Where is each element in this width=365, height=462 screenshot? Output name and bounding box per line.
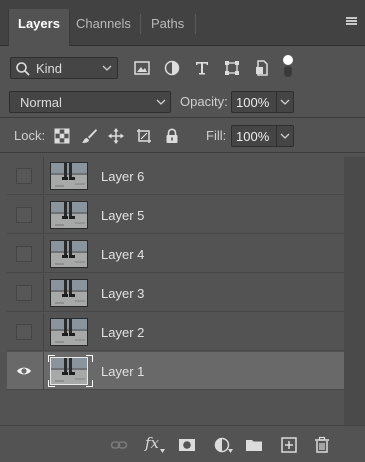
layer-name[interactable]: Layer 6 <box>101 169 144 184</box>
layer-thumbnail[interactable] <box>50 357 88 385</box>
layer-thumbnail-image <box>51 319 87 345</box>
lock-image-pixels-icon[interactable] <box>81 128 97 144</box>
layer-thumbnail-image <box>51 358 87 384</box>
prevent-auto-nesting-icon[interactable] <box>136 128 152 144</box>
submenu-indicator-icon <box>228 449 233 453</box>
layer-thumbnail[interactable] <box>50 240 88 268</box>
chevron-down-icon <box>102 65 112 71</box>
fill-label: Fill: <box>206 128 227 143</box>
layer-thumbnail[interactable] <box>50 318 88 346</box>
layer-row[interactable]: Layer 3 <box>7 274 344 312</box>
layers-scrollbar[interactable] <box>344 157 365 425</box>
layers-footer-toolbar: fx <box>0 425 365 462</box>
layer-thumbnail-image <box>51 163 87 189</box>
blend-row: Normal Opacity: 100% <box>0 86 365 118</box>
opacity-dropdown[interactable] <box>276 91 294 113</box>
selection-bracket <box>86 380 93 387</box>
visibility-column-divider <box>43 235 44 273</box>
selection-bracket <box>86 355 93 362</box>
lock-row: Lock: Fill: 100% <box>0 119 365 153</box>
opacity-label: Opacity: <box>180 94 228 109</box>
layer-row[interactable]: Layer 5 <box>7 196 344 234</box>
tab-divider <box>140 14 141 34</box>
selection-bracket <box>48 380 55 387</box>
layer-filter-row: Kind <box>0 46 365 86</box>
visibility-toggle[interactable] <box>16 168 32 184</box>
lock-all-icon[interactable] <box>164 128 180 144</box>
visibility-eye-icon[interactable] <box>16 363 32 379</box>
layer-name[interactable]: Layer 3 <box>101 286 144 301</box>
layer-name[interactable]: Layer 5 <box>101 208 144 223</box>
layer-row[interactable]: Layer 1 <box>7 352 344 390</box>
fill-input[interactable]: 100% <box>231 125 276 147</box>
adjustment-filter-icon[interactable] <box>163 59 181 77</box>
new-layer-icon[interactable] <box>280 436 298 454</box>
opacity-value: 100% <box>236 95 270 110</box>
layer-style-fx-icon[interactable]: fx <box>145 434 159 452</box>
tab-channels[interactable]: Channels <box>67 9 140 46</box>
layer-thumbnail-image <box>51 280 87 306</box>
layer-row[interactable]: Layer 6 <box>7 157 344 195</box>
tab-divider <box>195 14 196 34</box>
layer-thumbnail-image <box>51 241 87 267</box>
tab-layers[interactable]: Layers <box>8 9 70 46</box>
new-group-icon[interactable] <box>245 436 263 454</box>
panel-menu-icon[interactable] <box>346 17 357 26</box>
opacity-input[interactable]: 100% <box>231 91 276 113</box>
blend-mode-value: Normal <box>20 95 62 110</box>
filter-type-select[interactable]: Kind <box>10 57 118 79</box>
layer-thumbnail-image <box>51 202 87 228</box>
visibility-column-divider <box>43 352 44 390</box>
visibility-column-divider <box>43 196 44 234</box>
layer-name[interactable]: Layer 4 <box>101 247 144 262</box>
panel-tab-bar: Layers Channels Paths <box>0 0 365 46</box>
layer-row[interactable]: Layer 4 <box>7 235 344 273</box>
fill-value: 100% <box>236 129 270 144</box>
layer-name[interactable]: Layer 1 <box>101 364 144 379</box>
layers-list: Layer 6 Layer 5 Layer 4 Layer 3 Layer 2 Layer… <box>7 157 344 425</box>
visibility-column-divider <box>43 313 44 351</box>
blend-mode-select[interactable]: Normal <box>9 91 171 113</box>
chevron-down-icon <box>156 99 166 105</box>
lock-label: Lock: <box>14 128 46 143</box>
visibility-column-divider <box>43 274 44 312</box>
chevron-down-icon <box>280 99 290 105</box>
layer-name[interactable]: Layer 2 <box>101 325 144 340</box>
visibility-toggle[interactable] <box>16 324 32 340</box>
visibility-toggle[interactable] <box>16 246 32 262</box>
submenu-indicator-icon <box>160 449 165 453</box>
tab-paths[interactable]: Paths <box>142 9 193 46</box>
search-icon <box>16 62 30 76</box>
filter-toggle-icon[interactable] <box>281 53 295 79</box>
shape-filter-icon[interactable] <box>223 59 241 77</box>
fill-dropdown[interactable] <box>276 125 294 147</box>
layer-thumbnail[interactable] <box>50 162 88 190</box>
selection-bracket <box>48 355 55 362</box>
layer-thumbnail[interactable] <box>50 201 88 229</box>
lock-position-icon[interactable] <box>108 128 124 144</box>
eye-icon <box>17 367 31 375</box>
layer-thumbnail[interactable] <box>50 279 88 307</box>
layer-row[interactable]: Layer 2 <box>7 313 344 351</box>
delete-layer-icon[interactable] <box>313 436 331 454</box>
image-filter-icon[interactable] <box>133 59 151 77</box>
link-layers-icon[interactable] <box>110 436 128 454</box>
lock-transparent-pixels-icon[interactable] <box>54 128 70 144</box>
chevron-down-icon <box>280 133 290 139</box>
filter-kind-label: Kind <box>36 61 63 76</box>
type-filter-icon[interactable] <box>193 59 211 77</box>
visibility-column-divider <box>43 157 44 195</box>
smart-object-filter-icon[interactable] <box>253 59 271 77</box>
add-mask-icon[interactable] <box>178 436 196 454</box>
visibility-toggle[interactable] <box>16 207 32 223</box>
visibility-toggle[interactable] <box>16 285 32 301</box>
